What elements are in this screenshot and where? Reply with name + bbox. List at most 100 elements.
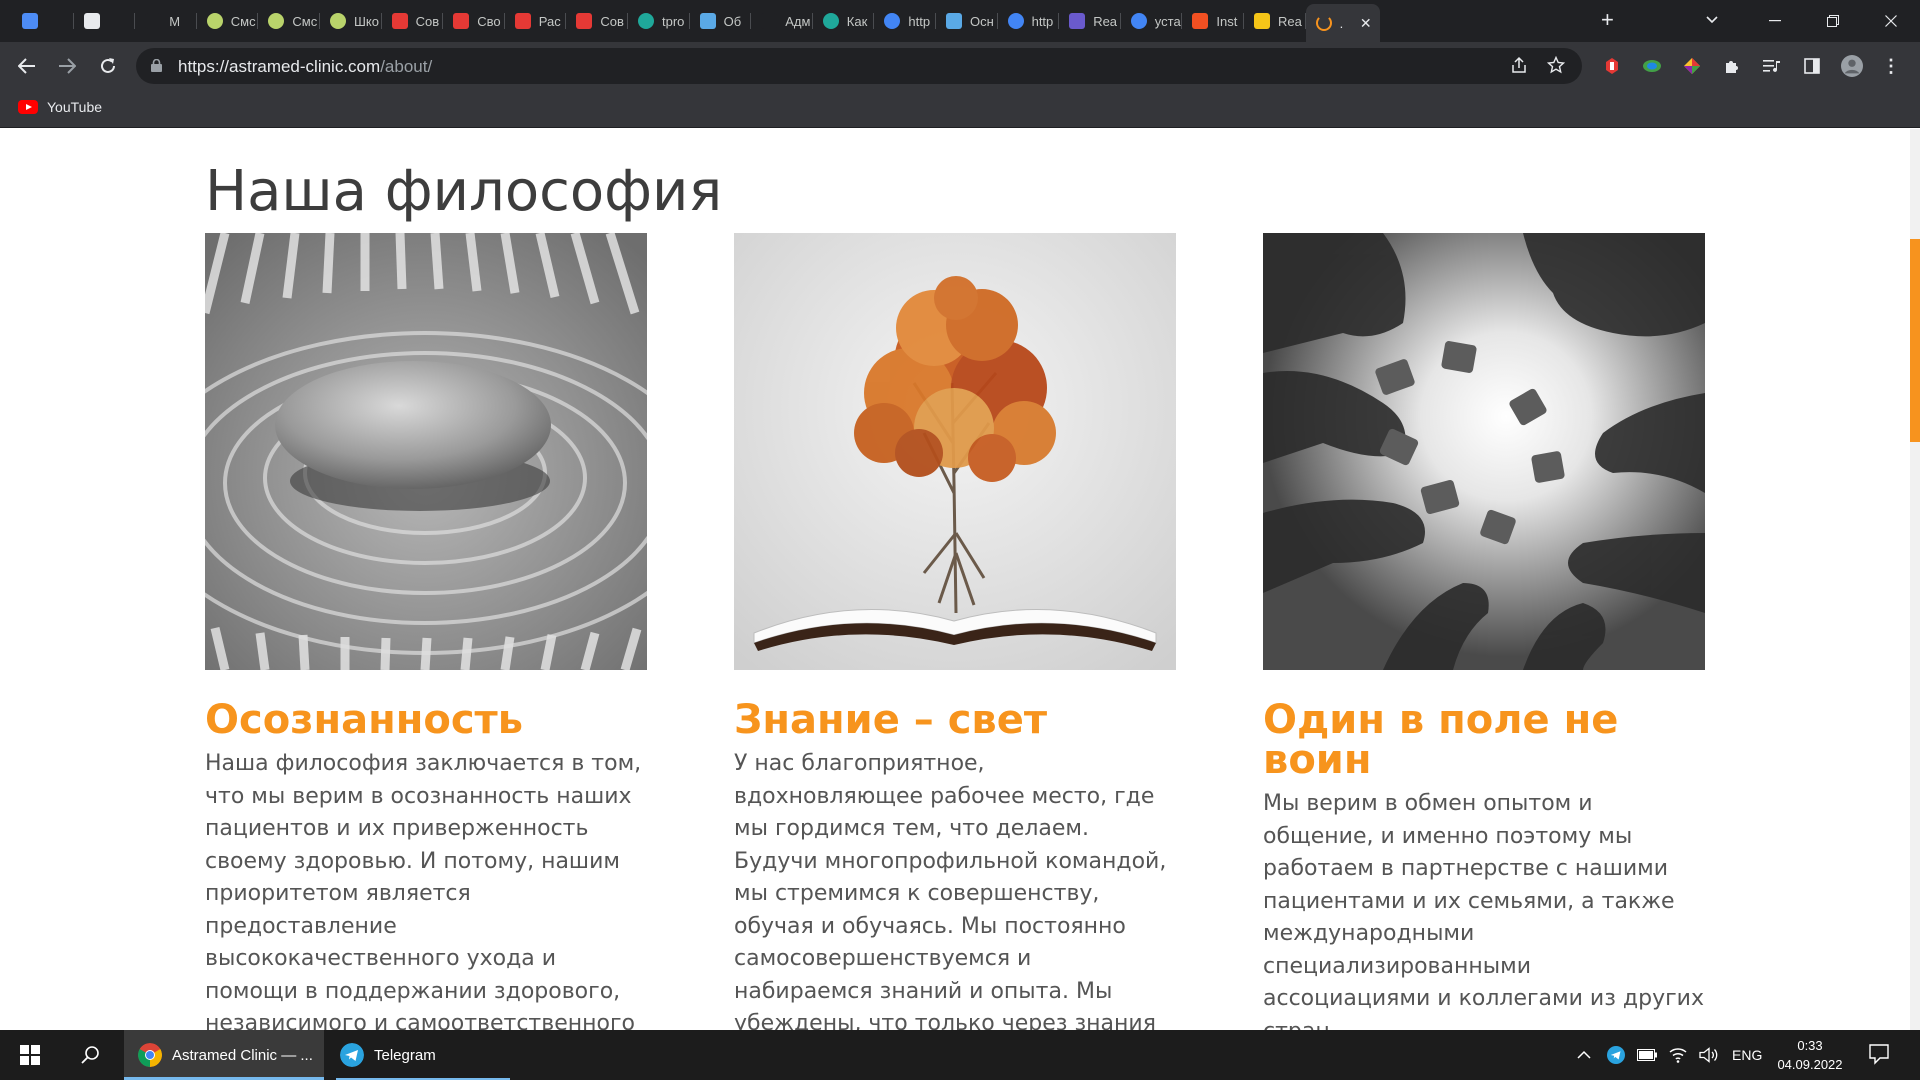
clock-time: 0:33 (1797, 1038, 1823, 1053)
tab-label: Сво (477, 13, 501, 29)
globe-icon (638, 13, 654, 29)
browser-tab[interactable] (74, 4, 136, 38)
browser-tab[interactable]: Смс (258, 4, 320, 38)
tab-label: Об (723, 13, 742, 29)
tab-label: Адм (785, 13, 811, 29)
tab-label: tpro (662, 13, 685, 29)
tab-label: Сов (415, 13, 440, 29)
url-text[interactable]: https://astramed-clinic.com/about/ (178, 57, 432, 77)
browser-tab[interactable]: . ✕ (1305, 4, 1380, 42)
tray-overflow-chevron-icon[interactable] (1577, 1030, 1591, 1080)
card-title: Осознанность (205, 697, 524, 743)
card-text: Мы верим в обмен опытом и общение, и име… (1263, 791, 1704, 1030)
media-control-icon[interactable] (1761, 55, 1783, 77)
colorzilla-extension-icon[interactable] (1641, 55, 1663, 77)
taskbar-app-chrome[interactable]: Astramed Clinic — ... (124, 1030, 324, 1080)
tab-label: M (169, 13, 181, 29)
browser-tab[interactable]: Осн (936, 4, 998, 38)
star-icon (946, 13, 962, 29)
tab-label: http (908, 13, 931, 29)
taskbar-app-telegram[interactable]: Telegram (326, 1030, 520, 1080)
battery-icon[interactable] (1637, 1030, 1657, 1080)
side-panel-icon[interactable] (1801, 55, 1823, 77)
extensions-puzzle-icon[interactable] (1721, 55, 1743, 77)
lock-icon[interactable] (151, 59, 162, 72)
system-clock[interactable]: 0:33 04.09.2022 (1775, 1036, 1845, 1074)
browser-tab[interactable]: Смс (197, 4, 259, 38)
browser-tab[interactable]: Шко (320, 4, 382, 38)
telegram-icon (340, 1043, 364, 1067)
star-icon (699, 13, 716, 29)
volume-icon[interactable] (1699, 1030, 1719, 1080)
new-tab-button[interactable]: + (1601, 9, 1614, 31)
card-text: У нас благоприятное, вдохновляющее рабоч… (734, 751, 1167, 1030)
card-title: Знание – свет (734, 697, 1048, 743)
minimize-icon[interactable] (1746, 0, 1804, 42)
profile-avatar-icon[interactable] (1841, 55, 1863, 77)
browser-tab[interactable]: Inst (1182, 4, 1244, 38)
tray-telegram-icon[interactable] (1607, 1030, 1625, 1080)
browser-tab[interactable]: Сов (382, 4, 444, 38)
forward-arrow-icon[interactable] (55, 54, 79, 78)
browser-tab[interactable]: Сов (566, 4, 628, 38)
page-scrollbar[interactable] (1910, 129, 1920, 1030)
mask-icon (83, 13, 100, 29)
address-bar[interactable]: https://astramed-clinic.com/about/ (136, 48, 1582, 84)
page-title: Наша философия (205, 159, 723, 224)
notification-center-icon[interactable] (1868, 1043, 1890, 1070)
bookmarks-bar: YouTube (0, 90, 1920, 128)
browser-tab[interactable]: Как (813, 4, 875, 38)
url-host: https://astramed-clinic.com (178, 57, 381, 76)
tree-book-image (734, 233, 1176, 670)
tab-label: Смс (292, 13, 318, 29)
adblock-extension-icon[interactable] (1601, 55, 1623, 77)
restore-icon[interactable] (1804, 0, 1862, 42)
philosophy-card-teamwork: Один в поле не воин Мы верим в обмен опы… (1263, 233, 1705, 1030)
tab-label: Смс (230, 13, 256, 29)
card-title: Один в поле не воин (1263, 697, 1619, 783)
browser-tab[interactable]: уста (1121, 4, 1183, 38)
share-icon[interactable] (1510, 56, 1528, 79)
browser-tab[interactable]: tpro (628, 4, 690, 38)
windows-icon (1192, 13, 1209, 29)
browser-tab[interactable]: Сво (443, 4, 505, 38)
card-text: Наша философия заключается в том, что мы… (205, 751, 642, 1030)
back-arrow-icon[interactable] (15, 54, 39, 78)
browser-tab[interactable]: Адм (751, 4, 813, 38)
bookmark-star-icon[interactable] (1546, 55, 1566, 79)
ball-icon (206, 13, 223, 29)
puzzle-hands-image (1263, 233, 1705, 670)
taskbar-app-label: Astramed Clinic — ... (172, 1046, 313, 1064)
browser-tab[interactable]: http (998, 4, 1060, 38)
browser-tab[interactable] (12, 4, 74, 38)
windows-start-icon[interactable] (0, 1030, 60, 1080)
windows-taskbar: Astramed Clinic — ... Telegram ENG 0:33 … (0, 1030, 1920, 1080)
scrollbar-thumb[interactable] (1910, 239, 1920, 442)
figure-icon (391, 13, 408, 29)
web-page: Наша философия Осознанность Наша философ… (0, 129, 1920, 1030)
browser-tab[interactable]: M (135, 4, 197, 38)
browser-tab[interactable]: Rea (1244, 4, 1306, 38)
menu-dots-icon[interactable]: ⋮ (1880, 55, 1902, 77)
language-indicator[interactable]: ENG (1732, 1030, 1762, 1080)
tab-label: Rea (1278, 13, 1302, 29)
browser-tab[interactable]: Rea (1059, 4, 1121, 38)
tab-close-icon[interactable]: ✕ (1360, 15, 1372, 32)
browser-tab[interactable]: Об (690, 4, 752, 38)
tab-search-icon[interactable] (1705, 12, 1719, 28)
close-window-icon[interactable] (1862, 0, 1920, 42)
on-icon (761, 13, 778, 29)
reload-icon[interactable] (96, 54, 120, 78)
bookmark-youtube[interactable]: YouTube (18, 99, 102, 115)
tab-label: Как (846, 13, 868, 29)
loading-icon (1315, 15, 1332, 31)
figure-icon (576, 13, 593, 29)
taskbar-search-icon[interactable] (64, 1030, 116, 1080)
color-picker-extension-icon[interactable] (1681, 55, 1703, 77)
browser-tab[interactable]: http (874, 4, 936, 38)
browser-tab[interactable]: Рас (505, 4, 567, 38)
figure-icon (514, 13, 531, 29)
zen-stone-image (205, 233, 647, 670)
wifi-icon[interactable] (1669, 1030, 1687, 1080)
browser-toolbar: https://astramed-clinic.com/about/ ⋮ (0, 42, 1920, 90)
